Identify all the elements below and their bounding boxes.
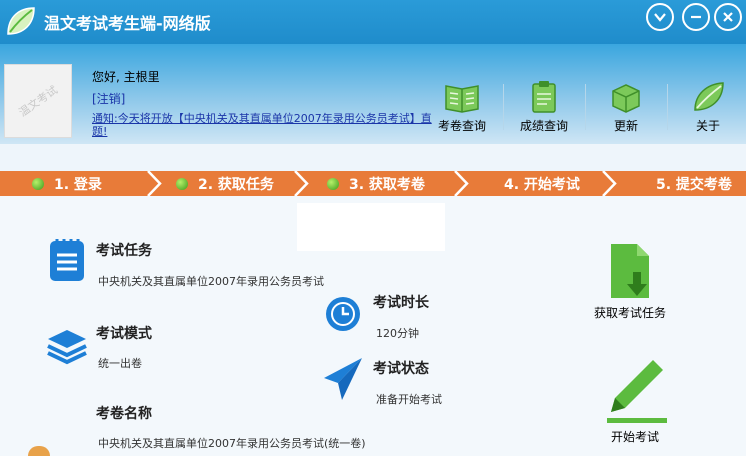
user-panel: 温文考试 您好, 主根里 [注销] 通知:今天将开放【中央机关及其直属单位200… [0, 44, 746, 144]
clipboard-icon [532, 81, 556, 113]
chevron-down-icon [654, 13, 666, 22]
progress-steps: 1. 登录 2. 获取任务 3. 获取考卷 4. 开始考试 5. 提交考卷 [0, 171, 746, 196]
step-label: 1. 登录 [54, 176, 102, 193]
partial-icon [28, 446, 50, 456]
minus-icon [691, 15, 701, 19]
document-list-icon [50, 239, 84, 281]
step-login: 1. 登录 [32, 171, 102, 196]
step-start-exam: 4. 开始考试 [504, 171, 580, 196]
status-title: 考试状态 [373, 361, 429, 377]
minimize-button[interactable] [682, 3, 710, 31]
start-exam-button[interactable]: 开始考试 [600, 356, 670, 445]
duration-title: 考试时长 [373, 295, 429, 311]
title-bar: 温文考试考生端-网络版 [0, 0, 746, 44]
layers-icon [47, 330, 87, 365]
toolbar-divider [667, 84, 668, 130]
get-exam-task-label: 获取考试任务 [593, 306, 666, 320]
dropdown-button[interactable] [646, 3, 674, 31]
toolbar-label: 考卷查询 [437, 119, 486, 133]
paper-name-value: 中央机关及其直属单位2007年录用公务员考试(统一卷) [98, 437, 366, 450]
step-label: 5. 提交考卷 [656, 176, 732, 193]
paper-plane-icon [324, 358, 362, 400]
step-get-paper: 3. 获取考卷 [327, 171, 425, 196]
avatar: 温文考试 [4, 64, 72, 138]
step-label: 2. 获取任务 [198, 176, 274, 193]
duration-value: 120分钟 [376, 327, 419, 340]
step-label: 3. 获取考卷 [349, 176, 425, 193]
blank-panel [297, 203, 445, 251]
file-download-icon [611, 244, 649, 298]
exam-mode-value: 统一出卷 [98, 357, 142, 370]
get-exam-task-button[interactable]: 获取考试任务 [590, 242, 670, 321]
step-complete-dot-icon [176, 177, 188, 190]
app-leaf-logo-icon [7, 7, 35, 35]
app-title: 温文考试考生端-网络版 [44, 14, 211, 33]
clock-icon [326, 297, 360, 331]
toolbar-update-button[interactable]: 更新 [596, 80, 656, 134]
close-icon [723, 12, 733, 22]
step-complete-dot-icon [32, 177, 44, 190]
toolbar-divider [585, 84, 586, 130]
toolbar-label: 更新 [613, 119, 638, 133]
pencil-icon [607, 360, 667, 423]
book-icon [445, 85, 479, 113]
toolbar-about-button[interactable]: 关于 [678, 80, 738, 134]
step-complete-dot-icon [327, 177, 339, 190]
exam-info-panel: 考试任务 中央机关及其直属单位2007年录用公务员考试 考试模式 统一出卷 考卷… [0, 196, 746, 456]
greeting-text: 您好, 主根里 [92, 70, 160, 84]
exam-task-title: 考试任务 [96, 243, 152, 259]
logout-link[interactable]: [注销] [92, 90, 125, 107]
notice-link[interactable]: 通知:今天将开放【中央机关及其直属单位2007年录用公务员考试】直题! [92, 112, 432, 138]
box-icon [612, 84, 640, 113]
step-get-task: 2. 获取任务 [176, 171, 274, 196]
toolbar-divider [503, 84, 504, 130]
toolbar-score-query-button[interactable]: 成绩查询 [514, 80, 574, 134]
toolbar-paper-query-button[interactable]: 考卷查询 [432, 80, 492, 134]
toolbar-label: 成绩查询 [519, 119, 568, 133]
avatar-watermark: 温文考试 [16, 83, 61, 120]
exam-task-value: 中央机关及其直属单位2007年录用公务员考试 [98, 275, 324, 288]
exam-mode-title: 考试模式 [96, 326, 152, 342]
toolbar-label: 关于 [695, 119, 720, 133]
step-label: 4. 开始考试 [504, 176, 580, 193]
status-value: 准备开始考试 [376, 393, 442, 406]
step-submit-paper: 5. 提交考卷 [656, 171, 732, 196]
leaf-icon [694, 82, 724, 111]
paper-name-title: 考卷名称 [96, 406, 152, 422]
start-exam-label: 开始考试 [610, 430, 659, 444]
close-button[interactable] [714, 3, 742, 31]
